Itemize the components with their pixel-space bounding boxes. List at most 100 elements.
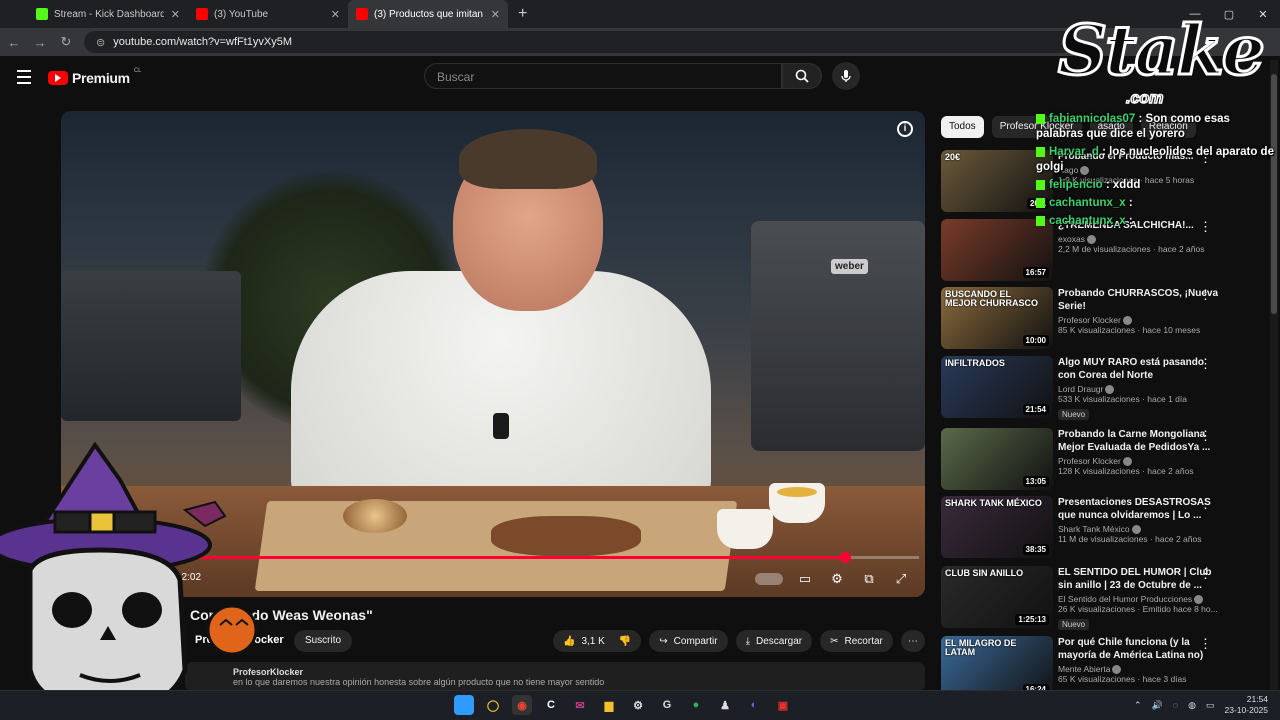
chat-user: cachantunx_x — [1049, 197, 1126, 209]
url-field[interactable]: ⊜ youtube.com/watch?v=wfFt1yvXy5M — [84, 31, 1074, 53]
thumbs-down-icon[interactable]: 👎 — [619, 636, 631, 647]
file-explorer-icon[interactable]: ▆ — [599, 695, 619, 715]
recommended-video[interactable]: INFILTRADOS 21:54 Algo MUY RARO está pasan… — [941, 356, 1271, 421]
description-box[interactable]: ProfesorKlocker en lo que daremos nuestr… — [185, 662, 925, 692]
tab-kick-dashboard[interactable]: Stream - Kick Dashboard ✕ — [28, 0, 188, 28]
mic-tray-icon[interactable]: ◌ — [1173, 700, 1178, 710]
voice-search-button[interactable] — [832, 62, 860, 90]
video-meta: Presentaciones DESASTROSAS que nunca olv… — [1058, 496, 1218, 544]
more-options-icon[interactable]: ⋮ — [1199, 566, 1212, 582]
video-channel[interactable]: exoxas — [1058, 234, 1218, 245]
video-title[interactable]: Algo MUY RARO está pasando con Corea del… — [1058, 356, 1218, 382]
more-options-icon[interactable]: ⋮ — [1199, 428, 1212, 444]
discord-icon[interactable]: ◐ — [744, 695, 764, 715]
empty-ramekin — [717, 509, 773, 549]
video-thumbnail[interactable]: INFILTRADOS 21:54 — [941, 356, 1053, 418]
site-info-icon[interactable]: ⊜ — [96, 36, 105, 49]
clip-button[interactable]: ✂ Recortar — [820, 630, 893, 652]
download-button[interactable]: ⤓ Descargar — [735, 630, 813, 652]
speaker-icon[interactable]: 🔊 — [1152, 700, 1163, 711]
more-options-icon[interactable]: ⋮ — [1199, 636, 1212, 652]
video-duration: 1:25:13 — [1015, 614, 1049, 625]
arc-icon[interactable]: G — [657, 695, 677, 715]
recommended-video[interactable]: CLUB SIN ANILLO 1:25:13 EL SENTIDO DEL HUM… — [941, 566, 1271, 631]
search-icon — [795, 69, 809, 83]
logo-country: CL — [133, 68, 142, 74]
video-thumbnail[interactable]: EL MILAGRO DE LATAM16:24 — [941, 636, 1053, 698]
chat-message: cachantunx_x : — [1036, 214, 1280, 229]
more-options-icon[interactable]: ⋮ — [1199, 287, 1212, 303]
video-title[interactable]: Probando la Carne Mongoliana Mejor Evalu… — [1058, 428, 1218, 454]
chat-text: : — [1128, 197, 1133, 209]
verified-icon — [1122, 457, 1132, 467]
video-title[interactable]: Probando CHURRASCOS, ¡Nueva Serie! — [1058, 287, 1218, 313]
search-input[interactable]: Buscar — [424, 63, 782, 89]
more-actions-button[interactable]: ⋯ — [900, 630, 925, 652]
reload-icon[interactable]: ↻ — [58, 34, 74, 50]
video-title[interactable]: Presentaciones DESASTROSAS que nunca olv… — [1058, 496, 1218, 522]
tiktok-icon[interactable]: ▣ — [773, 695, 793, 715]
opera-icon[interactable]: ◯ — [483, 695, 503, 715]
video-views: 128 K visualizaciones · hace 2 años — [1058, 466, 1194, 477]
edge-icon[interactable]: C — [541, 695, 561, 715]
menu-icon[interactable] — [17, 70, 31, 88]
chip-todos[interactable]: Todos — [941, 116, 984, 138]
video-thumbnail[interactable]: 13:05 — [941, 428, 1053, 490]
video-channel[interactable]: Shark Tank México — [1058, 524, 1218, 535]
youtube-premium-logo[interactable]: Premium CL — [48, 68, 142, 86]
channel-label: Profesor Klocker — [1058, 456, 1121, 466]
video-channel[interactable]: Mente Abierta — [1058, 664, 1218, 675]
steam-icon[interactable]: ⚙ — [628, 695, 648, 715]
recommended-video[interactable]: SHARK TANK MÉXICO 38:35 Presentaciones DES… — [941, 496, 1271, 560]
video-thumbnail[interactable]: CLUB SIN ANILLO 1:25:13 — [941, 566, 1053, 628]
tab-youtube[interactable]: (3) YouTube ✕ — [188, 0, 348, 28]
settings-icon[interactable]: ⚙ — [827, 570, 847, 588]
clock[interactable]: 21:54 23-10-2025 — [1225, 694, 1268, 716]
epic-icon[interactable]: ♟ — [715, 695, 735, 715]
new-tab-button[interactable]: + — [508, 5, 537, 23]
miniplayer-icon[interactable]: ⧉ — [859, 570, 879, 588]
kick-icon — [36, 8, 48, 20]
video-title[interactable]: EL SENTIDO DEL HUMOR | Club sin anillo |… — [1058, 566, 1218, 592]
spotify-icon[interactable]: ● — [686, 695, 706, 715]
close-tab-icon[interactable]: ✕ — [331, 8, 340, 21]
more-options-icon[interactable]: ⋮ — [1199, 356, 1212, 372]
url-text: youtube.com/watch?v=wfFt1yvXy5M — [113, 36, 293, 48]
tab-productos[interactable]: (3) Productos que imitan Co ✕ — [348, 0, 508, 28]
youtube-icon — [356, 8, 368, 20]
chrome-icon[interactable]: ◉ — [512, 695, 532, 715]
headset-icon[interactable]: ◍ — [1188, 700, 1196, 711]
close-tab-icon[interactable]: ✕ — [491, 8, 500, 21]
like-button[interactable]: 👍 3,1 K 👎 — [553, 630, 642, 652]
more-options-icon[interactable]: ⋮ — [1199, 496, 1212, 512]
close-tab-icon[interactable]: ✕ — [171, 8, 180, 21]
share-button[interactable]: ↪ Compartir — [649, 630, 728, 652]
recommended-video[interactable]: 13:05 Probando la Carne Mongoliana Mejor … — [941, 428, 1271, 492]
video-thumbnail[interactable]: BUSCANDO EL MEJOR CHURRASCO 10:00 — [941, 287, 1053, 349]
tray-chevron-icon[interactable]: ⌃ — [1134, 700, 1142, 711]
video-views: 85 K visualizaciones · hace 10 meses — [1058, 325, 1201, 336]
autoplay-toggle[interactable] — [755, 573, 783, 585]
info-icon[interactable]: i — [897, 121, 913, 137]
subscribe-button[interactable]: Suscrito — [294, 630, 352, 652]
channel-label: exoxas — [1058, 234, 1085, 244]
progress-bar[interactable] — [181, 552, 919, 563]
video-channel[interactable]: El Sentido del Humor Producciones — [1058, 594, 1218, 605]
fullscreen-icon[interactable]: ⤢ — [891, 570, 911, 588]
video-title[interactable]: Por qué Chile funciona (y la mayoría de … — [1058, 636, 1218, 662]
mail-icon[interactable]: ✉ — [570, 695, 590, 715]
network-icon[interactable]: ▭ — [1206, 700, 1215, 711]
chat-user: felipencio — [1049, 179, 1103, 191]
subtitles-icon[interactable]: ▭ — [795, 570, 815, 588]
search-button[interactable] — [782, 63, 822, 89]
thumbnail-text: BUSCANDO EL MEJOR CHURRASCO — [945, 289, 1039, 309]
video-channel[interactable]: Lord Draugr — [1058, 384, 1218, 395]
video-channel[interactable]: Profesor Klocker — [1058, 315, 1218, 326]
windows-start-icon[interactable]: ■ — [454, 695, 474, 715]
recommended-video[interactable]: BUSCANDO EL MEJOR CHURRASCO 10:00 Probando… — [941, 287, 1271, 351]
tab-label: (3) YouTube — [214, 8, 269, 20]
video-thumbnail[interactable]: SHARK TANK MÉXICO 38:35 — [941, 496, 1053, 558]
forward-icon[interactable]: → — [32, 35, 48, 50]
video-channel[interactable]: Profesor Klocker — [1058, 456, 1218, 467]
back-icon[interactable]: ← — [6, 35, 22, 50]
